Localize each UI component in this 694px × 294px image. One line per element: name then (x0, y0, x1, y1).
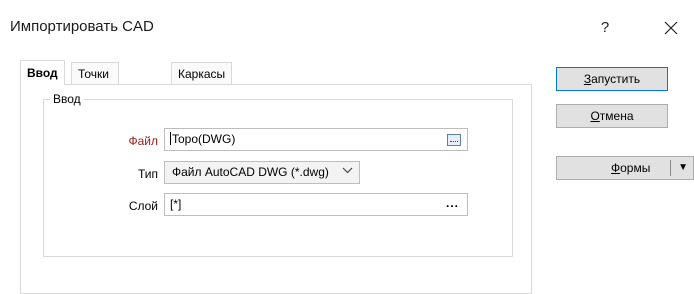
file-label: Файл (128, 134, 158, 148)
layer-input[interactable]: [*] ... (164, 193, 468, 216)
close-button[interactable] (656, 16, 686, 40)
forms-label[interactable]: Формы (611, 157, 650, 179)
input-groupbox: Ввод Файл Topo(DWG) Тип Файл AutoCAD DWG… (43, 92, 513, 257)
tab-wireframes[interactable]: Каркасы (171, 62, 233, 84)
type-label: Тип (137, 167, 158, 181)
tab-points-lines[interactable]: Точки и линии (71, 62, 119, 125)
dialog-title: Импортировать CAD (10, 18, 154, 35)
run-button[interactable]: Запустить (556, 67, 668, 91)
dialog-content: Ввод Точки и линии Каркасы Ввод Файл Top… (10, 54, 694, 294)
cancel-accel: О (590, 109, 600, 123)
layer-browse-button[interactable]: ... (446, 196, 459, 210)
title-bar: Импортировать CAD ? (0, 6, 694, 50)
type-select[interactable]: Файл AutoCAD DWG (*.dwg) (164, 161, 360, 184)
run-rest: апустить (591, 72, 641, 86)
split-divider (670, 160, 671, 176)
dropdown-arrow-icon[interactable]: ▼ (678, 157, 688, 179)
tab-panel: Ввод Файл Topo(DWG) Тип Файл AutoCAD DWG… (20, 84, 532, 294)
tab-vvod[interactable]: Ввод (20, 60, 65, 85)
file-value: Topo(DWG) (172, 132, 236, 146)
file-input[interactable]: Topo(DWG) (164, 128, 468, 151)
cancel-button[interactable]: Отмена (556, 104, 668, 128)
help-button[interactable]: ? (590, 16, 620, 40)
forms-rest: ормы (620, 161, 651, 175)
type-value: Файл AutoCAD DWG (*.dwg) (172, 165, 329, 179)
forms-accel: Ф (611, 161, 621, 175)
forms-split-button[interactable]: Формы ▼ (556, 156, 694, 180)
groupbox-label: Ввод (50, 92, 84, 106)
cancel-rest: тмена (599, 109, 634, 123)
chevron-down-icon (342, 165, 353, 179)
import-cad-dialog: Импортировать CAD ? Ввод Точки и линии К… (0, 6, 694, 294)
file-value-wrap: Topo(DWG) (170, 132, 235, 146)
layer-value: [*] (170, 197, 182, 211)
folder-browse-icon[interactable] (447, 134, 461, 146)
layer-label: Слой (128, 199, 158, 213)
close-icon (664, 21, 678, 35)
